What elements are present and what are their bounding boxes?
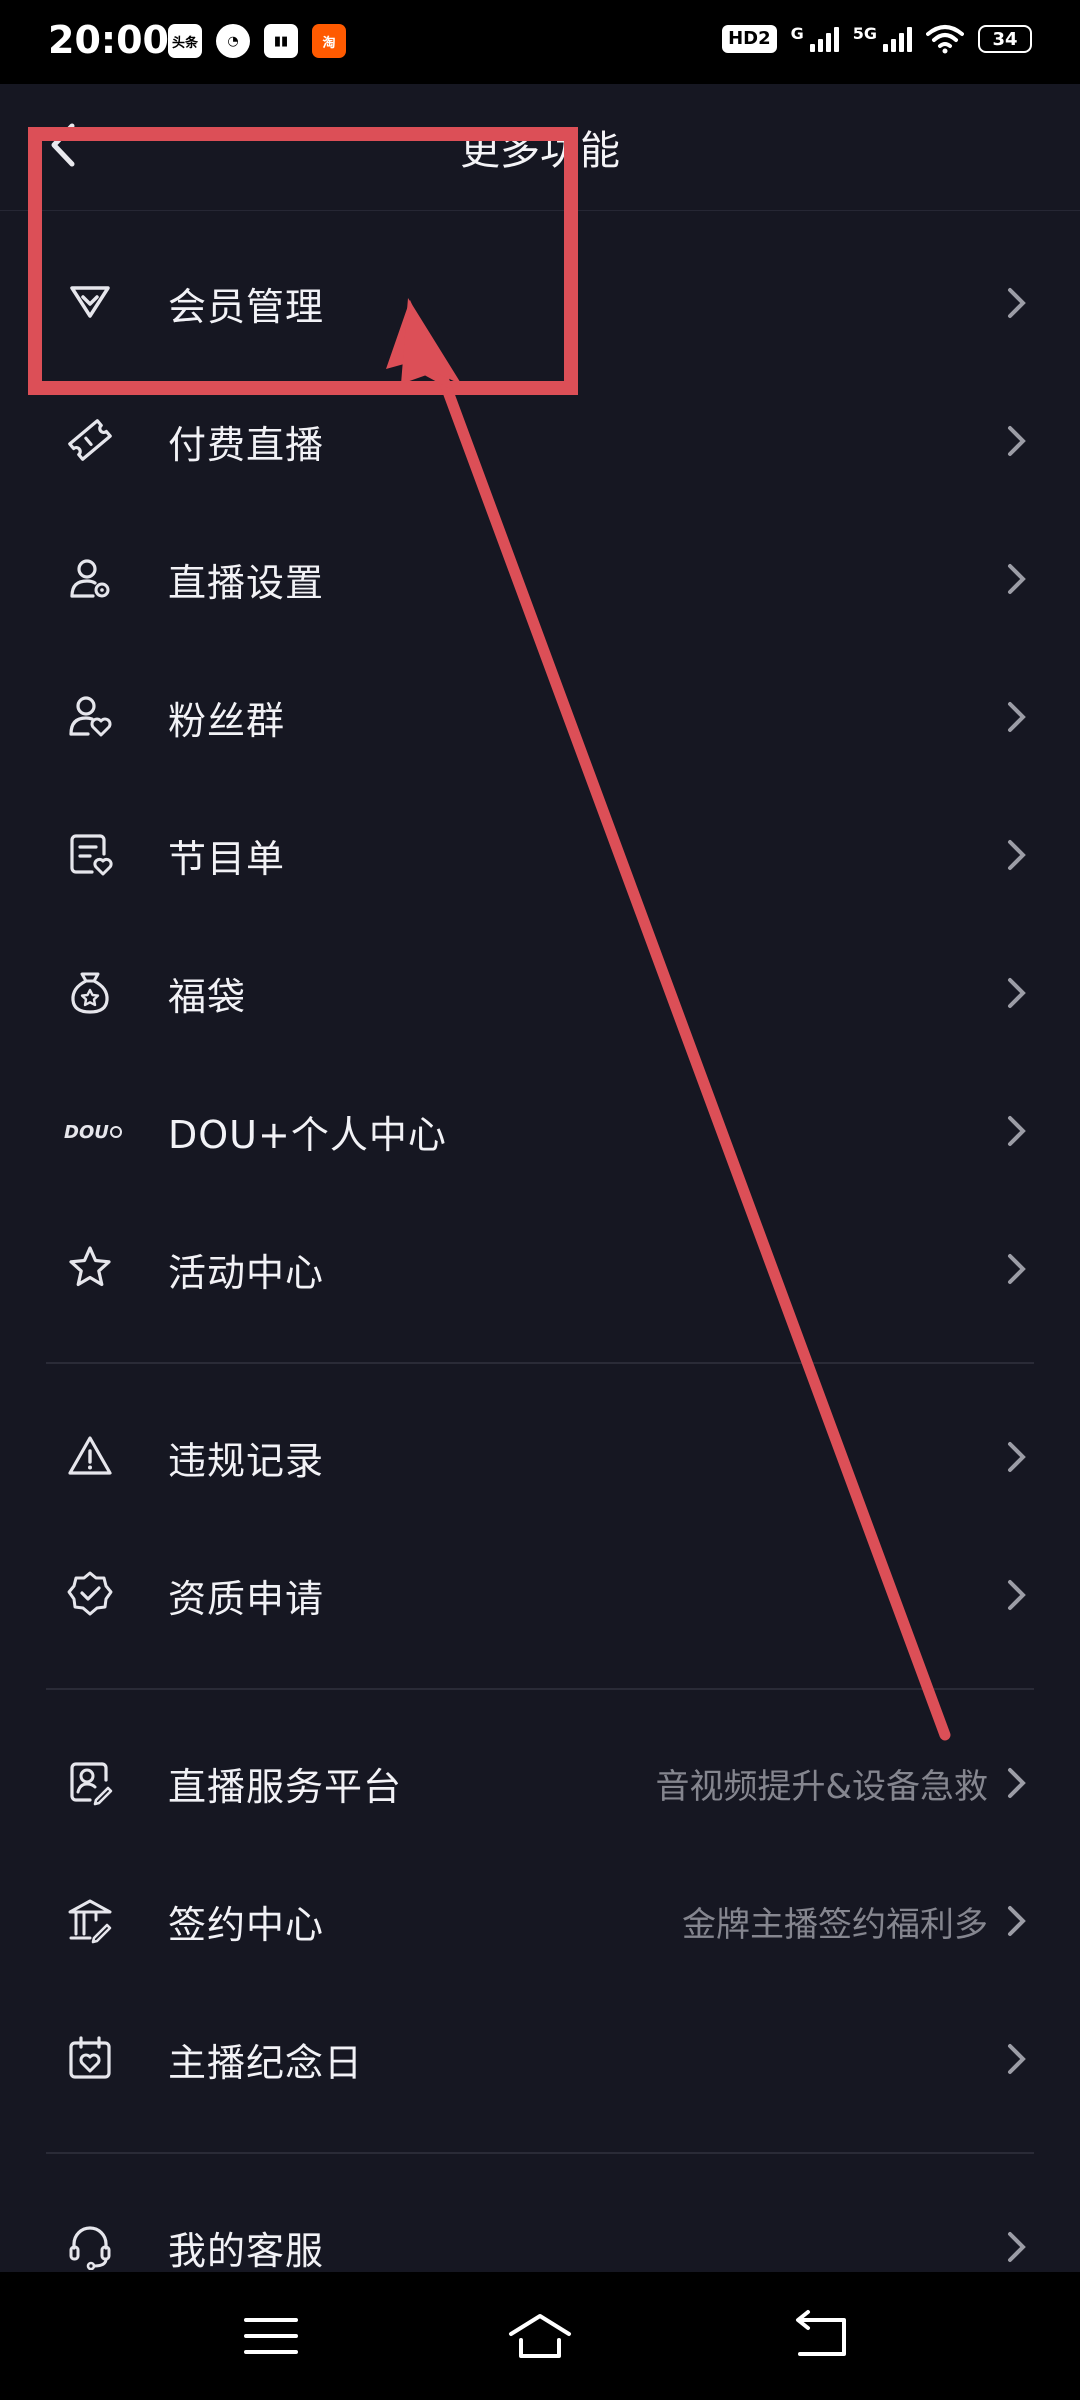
program-list-icon	[70, 834, 113, 876]
menu-item-member-management[interactable]: 会员管理	[0, 233, 1080, 371]
menu-button-icon[interactable]	[236, 2308, 306, 2364]
lucky-bag-icon	[71, 972, 109, 1014]
status-bar: 20:00 头条 ◔ ▮▮ 淘 HD2 G 5G 34	[0, 0, 1080, 84]
top-header: 更多功能	[0, 84, 1080, 211]
warning-icon	[68, 1436, 112, 1475]
chevron-right-icon	[1008, 564, 1026, 594]
notification-icons: 头条 ◔ ▮▮ 淘	[168, 24, 346, 58]
menu-item-label: 活动中心	[168, 1251, 325, 1295]
network-type-label-2: 5G	[852, 24, 877, 43]
menu-item-fan-group[interactable]: 粉丝群	[0, 647, 1080, 785]
wifi-icon	[926, 25, 964, 54]
menu-item-live-settings[interactable]: 直播设置	[0, 509, 1080, 647]
chevron-right-icon	[1008, 2044, 1026, 2074]
menu-item-sign-center[interactable]: 签约中心 金牌主播签约福利多	[0, 1851, 1080, 1989]
section-divider	[46, 1688, 1034, 1690]
menu-item-dou-plus-center[interactable]: DOU DOU+个人中心	[0, 1061, 1080, 1199]
menu-item-qualification-application[interactable]: 资质申请	[0, 1525, 1080, 1663]
menu-item-label: 福袋	[168, 975, 247, 1019]
menu-item-anchor-anniversary[interactable]: 主播纪念日	[0, 1989, 1080, 2127]
chevron-right-icon	[1008, 288, 1026, 318]
menu-item-label: DOU+个人中心	[168, 1113, 447, 1157]
menu-item-live-service-platform[interactable]: 直播服务平台 音视频提升&设备急救	[0, 1713, 1080, 1851]
menu-item-subtitle: 金牌主播签约福利多	[682, 1905, 988, 1945]
section-divider	[46, 1362, 1034, 1364]
signal-bars-icon	[809, 26, 839, 52]
service-platform-icon	[70, 1762, 113, 1806]
vip-v-icon	[70, 286, 110, 318]
status-time: 20:00	[48, 18, 169, 62]
menu-item-violation-records[interactable]: 违规记录	[0, 1387, 1080, 1525]
svg-text:DOU: DOU	[64, 1122, 109, 1143]
page-title: 更多功能	[460, 128, 620, 174]
taobao-notification-icon: 淘	[312, 24, 346, 58]
menu-item-lucky-bag[interactable]: 福袋	[0, 923, 1080, 1061]
dou-plus-icon: DOU	[64, 1122, 122, 1143]
chevron-right-icon	[1008, 1768, 1026, 1798]
star-icon	[69, 1246, 111, 1287]
menu-item-label: 粉丝群	[168, 699, 286, 743]
hd-voice-icon: HD2	[722, 25, 777, 53]
book-notification-icon: ▮▮	[264, 24, 298, 58]
chevron-right-icon	[1008, 702, 1026, 732]
chevron-right-icon	[1008, 1254, 1026, 1284]
back-button-icon[interactable]	[786, 2308, 856, 2364]
chevron-right-icon	[1008, 840, 1026, 870]
menu-item-label: 付费直播	[168, 423, 325, 467]
ticket-icon	[68, 419, 112, 461]
menu-item-label: 节目单	[168, 837, 286, 881]
menu-item-label: 签约中心	[168, 1903, 325, 1947]
network-type-label: G	[790, 24, 804, 43]
menu-item-label: 违规记录	[168, 1439, 325, 1483]
chevron-right-icon	[1008, 978, 1026, 1008]
menu-item-label: 资质申请	[168, 1577, 325, 1621]
status-indicators: HD2 G 5G 34	[722, 24, 1032, 54]
verified-badge-icon	[67, 1571, 113, 1616]
calendar-heart-icon	[69, 2036, 111, 2079]
menu-item-label: 直播设置	[168, 561, 325, 605]
menu-item-activity-center[interactable]: 活动中心	[0, 1199, 1080, 1337]
home-button-icon[interactable]	[505, 2308, 575, 2364]
sign-contract-icon	[68, 1899, 112, 1944]
user-gear-icon	[70, 559, 110, 598]
chevron-right-icon	[1008, 1442, 1026, 1472]
battery-icon: 34	[978, 25, 1032, 53]
menu-item-program-list[interactable]: 节目单	[0, 785, 1080, 923]
clock-notification-icon: ◔	[216, 24, 250, 58]
menu-item-subtitle: 音视频提升&设备急救	[655, 1767, 988, 1807]
user-heart-icon	[69, 696, 112, 737]
chevron-right-icon	[1008, 2232, 1026, 2262]
system-navigation-bar	[0, 2272, 1080, 2400]
menu-item-label: 直播服务平台	[168, 1765, 403, 1809]
chevron-right-icon	[1008, 1580, 1026, 1610]
chevron-right-icon	[1008, 426, 1026, 456]
menu-item-paid-live[interactable]: 付费直播	[0, 371, 1080, 509]
headset-icon	[69, 2226, 111, 2270]
menu-item-label: 会员管理	[168, 285, 325, 329]
section-divider	[46, 2152, 1034, 2154]
menu-item-label: 我的客服	[168, 2229, 325, 2273]
menu-item-label: 主播纪念日	[168, 2041, 364, 2085]
chevron-right-icon	[1008, 1116, 1026, 1146]
chevron-right-icon	[1008, 1906, 1026, 1936]
toutiao-notification-icon: 头条	[168, 24, 202, 58]
signal-bars-icon-2	[883, 26, 912, 52]
